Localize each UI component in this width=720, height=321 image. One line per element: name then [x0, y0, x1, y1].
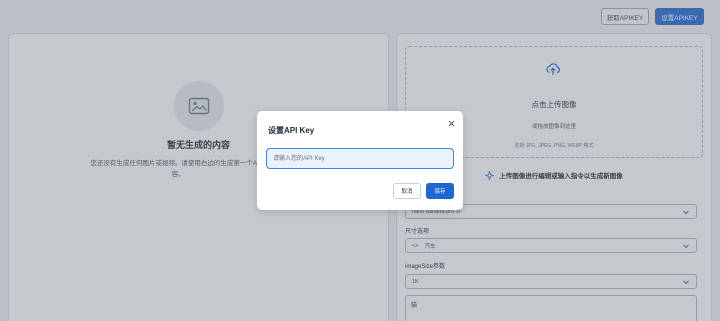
- cancel-button[interactable]: 取消: [393, 183, 421, 199]
- apikey-dialog: 设置API Key 取消 保存: [257, 111, 463, 210]
- save-button[interactable]: 保存: [426, 183, 454, 199]
- close-icon[interactable]: [446, 118, 456, 128]
- apikey-input[interactable]: [266, 148, 454, 169]
- dialog-title: 设置API Key: [268, 126, 315, 135]
